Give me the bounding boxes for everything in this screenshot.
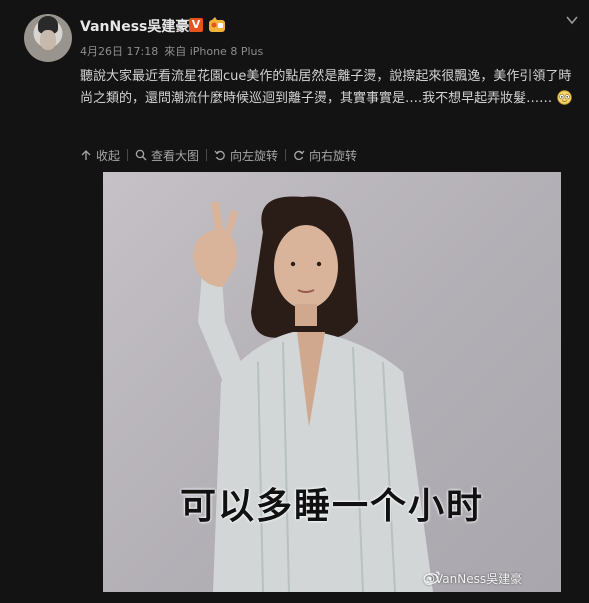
rotate-right-label: 向右旋转 [309,148,358,163]
collapse-button[interactable]: 收起 [80,147,120,164]
verified-badge-icon: V [189,18,203,32]
post-meta: 4月26日 17:18 來自 iPhone 8 Plus [80,43,269,59]
rotate-right-button[interactable]: 向右旋转 [293,147,357,164]
member-level-icon [209,17,225,32]
divider [127,149,129,161]
chevron-down-icon[interactable] [564,12,580,28]
weibo-logo-icon [423,571,440,584]
post-date[interactable]: 4月26日 17:18 [80,45,158,58]
collapse-label: 收起 [96,148,121,163]
weibo-post-card: VanNess吳建豪 V 4月26日 17:18 來自 iPhone 8 Plus… [0,0,589,603]
post-source: 來自 iPhone 8 Plus [164,45,264,58]
rotate-right-icon [294,150,305,161]
post-body: 聽說大家最近看流星花園cue美作的點居然是離子燙，說擦起來很飄逸，美作引領了時尚… [80,66,575,110]
divider [206,149,208,161]
image-actions-bar: 收起 查看大图 向左旋转 向右旋转 [80,145,357,165]
post-text: 聽說大家最近看流星花園cue美作的點居然是離子燙，說擦起來很飄逸，美作引領了時尚… [80,69,572,106]
rotate-left-button[interactable]: 向左旋转 [214,147,278,164]
photo-watermark: @VanNess吳建豪 [423,570,522,587]
magnifier-icon [135,149,147,161]
rotate-left-icon [214,150,225,161]
view-large-button[interactable]: 查看大图 [135,147,199,164]
avatar-face [40,30,56,50]
rotate-left-label: 向左旋转 [230,148,279,163]
username-link[interactable]: VanNess吳建豪 [80,16,189,36]
post-photo[interactable]: 可以多睡一个小时 @VanNess吳建豪 [103,172,561,592]
divider [285,149,287,161]
person-illustration [193,196,433,592]
avatar[interactable] [24,14,72,62]
arrow-up-icon [81,150,91,160]
view-large-label: 查看大图 [151,148,200,163]
image-caption: 可以多睡一个小时 [179,486,484,527]
laughing-tears-emoji-icon [557,90,572,105]
